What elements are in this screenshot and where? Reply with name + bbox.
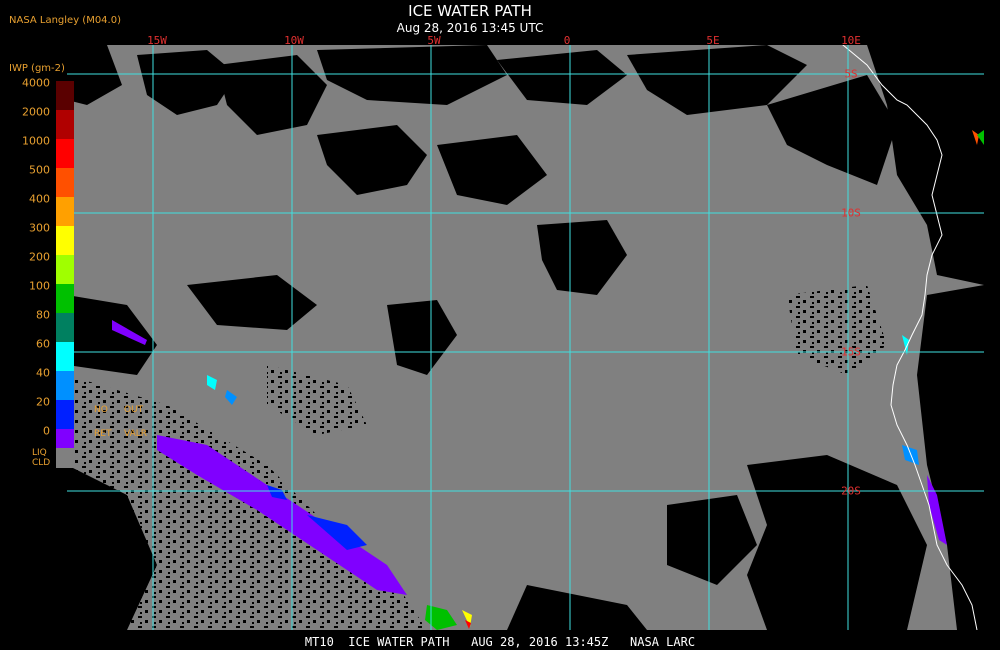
- satellite-map[interactable]: [67, 45, 984, 630]
- cld-label: CLD: [32, 458, 51, 468]
- legend-note-valr: VALR: [124, 429, 148, 439]
- legend-note-no: NO: [94, 405, 108, 415]
- legend-level-label: 40: [36, 366, 50, 380]
- legend-swatch: [56, 226, 74, 255]
- map-timestamp: Aug 28, 2016 13:45 UTC: [396, 21, 544, 35]
- legend-swatch: [56, 110, 74, 139]
- legend-level-label: 1000: [22, 134, 50, 148]
- legend-swatch: [56, 197, 74, 226]
- legend-swatch: [56, 371, 74, 400]
- lat-label-10s: 10S: [841, 206, 861, 220]
- legend-level-label: 4000: [22, 76, 50, 90]
- liq-label: LIQ: [32, 448, 47, 458]
- legend-note-ret: RET: [94, 429, 112, 439]
- legend-colorbar: [56, 81, 74, 458]
- legend-level-label: 80: [36, 308, 50, 322]
- liquid-cloud-swatch: [56, 448, 74, 468]
- legend-level-label: 400: [29, 192, 50, 206]
- legend-level-label: 100: [29, 279, 50, 293]
- legend-swatch: [56, 81, 74, 110]
- legend-level-label: 500: [29, 163, 50, 177]
- legend-swatch: [56, 342, 74, 371]
- legend-level-label: 300: [29, 221, 50, 235]
- lat-label-5s: 5S: [844, 67, 858, 81]
- lat-label-15s: 15S: [841, 345, 861, 359]
- legend-level-label: 2000: [22, 105, 50, 119]
- liquid-cloud-label: LIQ CLD: [32, 448, 50, 468]
- footer-caption: MT10 ICE WATER PATH AUG 28, 2016 13:45Z …: [304, 635, 696, 649]
- legend-swatch: [56, 313, 74, 342]
- lat-label-20s: 20S: [841, 484, 861, 498]
- legend-level-label: 20: [36, 395, 50, 409]
- map-image: [67, 45, 984, 630]
- legend-title: IWP (gm-2): [9, 63, 65, 74]
- legend-level-label: 200: [29, 250, 50, 264]
- legend-level-label: 60: [36, 337, 50, 351]
- legend-swatch: [56, 400, 74, 429]
- legend-swatch: [56, 139, 74, 168]
- legend-swatch: [56, 168, 74, 197]
- legend-swatch: [56, 255, 74, 284]
- legend-swatch: [56, 284, 74, 313]
- map-title: ICE WATER PATH: [408, 2, 532, 20]
- legend-level-label: 0: [43, 424, 50, 438]
- legend-note-out: OUT: [124, 405, 144, 415]
